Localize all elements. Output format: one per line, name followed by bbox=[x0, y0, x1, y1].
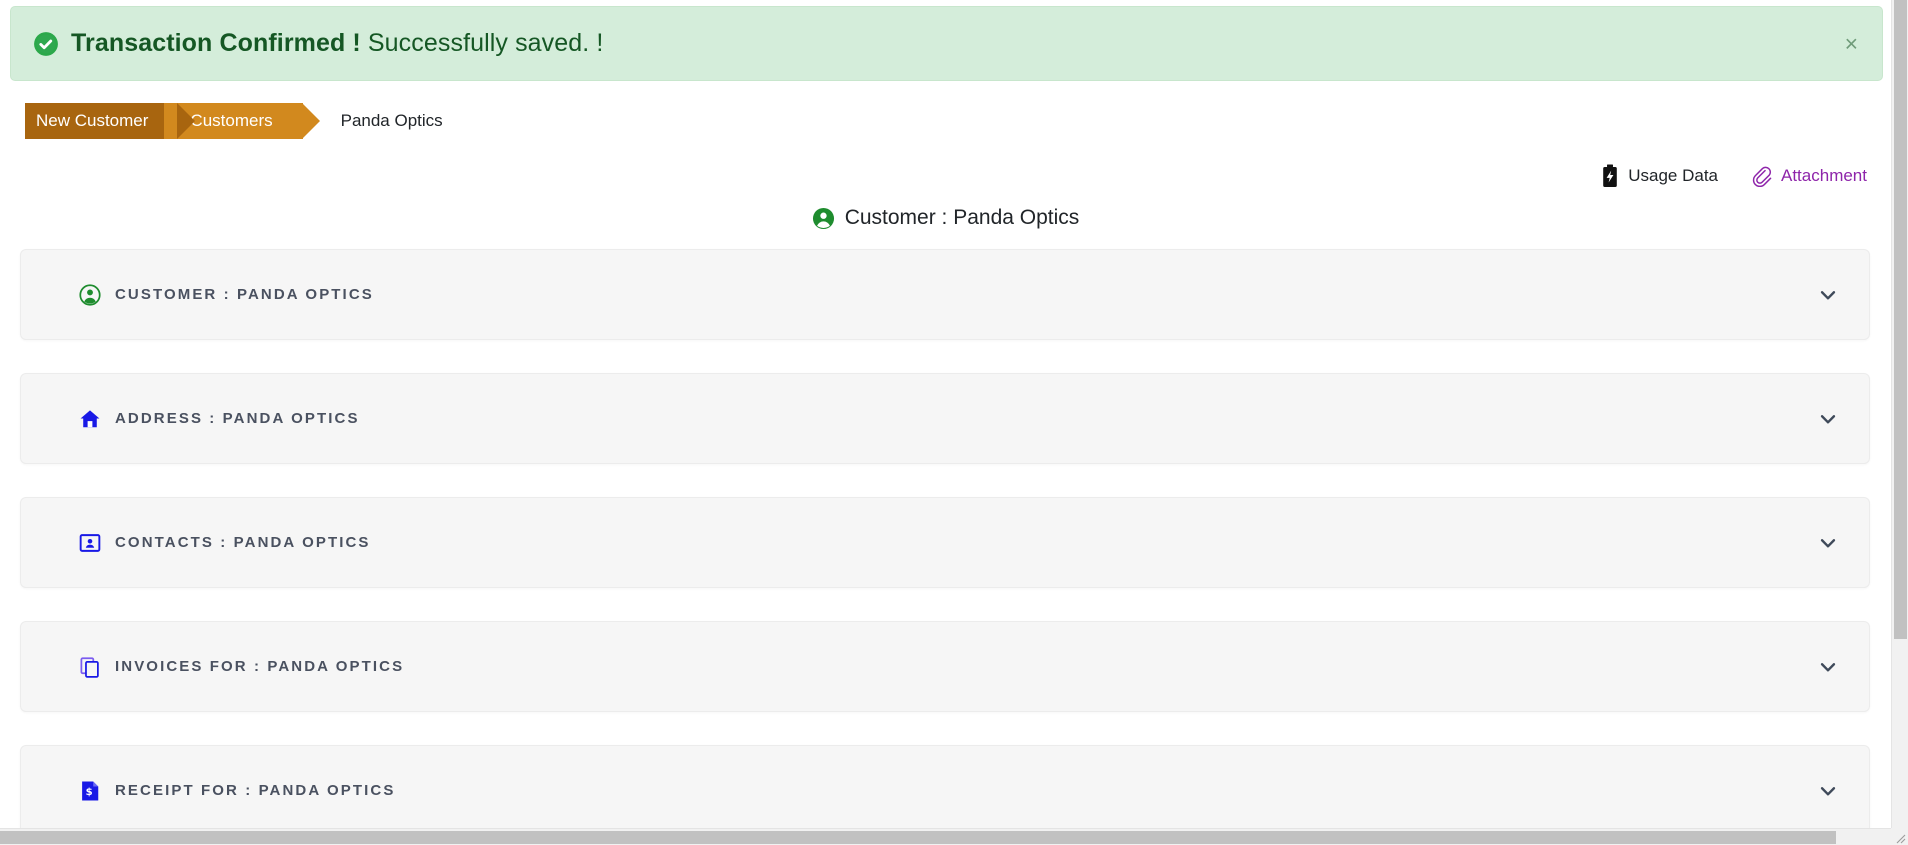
copy-pages-icon bbox=[80, 656, 99, 678]
accordion-panel-customer[interactable]: CUSTOMER : PANDA OPTICS bbox=[20, 249, 1870, 340]
battery-icon bbox=[1603, 164, 1618, 187]
account-circle-icon bbox=[812, 207, 834, 229]
breadcrumb-item-new-customer[interactable]: New Customer bbox=[25, 103, 196, 139]
check-circle-icon bbox=[34, 31, 58, 56]
usage-data-label: Usage Data bbox=[1628, 166, 1718, 185]
accordion-panel-title: RECEIPT FOR : PANDA OPTICS bbox=[115, 782, 396, 799]
accordion-list: CUSTOMER : PANDA OPTICS ADDRESS : PANDA … bbox=[0, 249, 1891, 828]
paperclip-icon bbox=[1752, 166, 1772, 187]
page-content: Transaction Confirmed ! Successfully sav… bbox=[0, 0, 1891, 828]
accordion-panel-title: CUSTOMER : PANDA OPTICS bbox=[115, 286, 374, 303]
alert-detail-text: Successfully saved. ! bbox=[367, 28, 604, 57]
receipt-dollar-icon: $ bbox=[82, 780, 99, 801]
horizontal-scrollbar-thumb[interactable] bbox=[0, 831, 1836, 844]
close-icon[interactable]: × bbox=[1839, 28, 1864, 59]
breadcrumb-current-page: Panda Optics bbox=[340, 111, 443, 130]
vertical-scrollbar-thumb[interactable] bbox=[1894, 0, 1907, 639]
resize-grip-icon bbox=[1896, 834, 1906, 844]
alert-strong-text: Transaction Confirmed ! bbox=[71, 28, 361, 57]
page-title-text: Customer : Panda Optics bbox=[844, 206, 1080, 229]
svg-text:$: $ bbox=[86, 787, 93, 798]
transaction-confirmed-alert: Transaction Confirmed ! Successfully sav… bbox=[10, 6, 1883, 81]
chevron-down-icon[interactable] bbox=[1817, 408, 1839, 430]
scrollbar-corner bbox=[1891, 828, 1908, 845]
account-circle-icon bbox=[79, 283, 101, 306]
chevron-down-icon[interactable] bbox=[1817, 656, 1839, 678]
contact-card-icon bbox=[79, 533, 101, 552]
accordion-panel-receipt[interactable]: $ RECEIPT FOR : PANDA OPTICS bbox=[20, 745, 1870, 828]
browser-viewport: Transaction Confirmed ! Successfully sav… bbox=[0, 0, 1908, 845]
accordion-panel-contacts[interactable]: CONTACTS : PANDA OPTICS bbox=[20, 497, 1870, 588]
accordion-panel-title: INVOICES FOR : PANDA OPTICS bbox=[115, 658, 405, 675]
chevron-down-icon[interactable] bbox=[1817, 532, 1839, 554]
breadcrumb-label: New Customer bbox=[36, 111, 149, 130]
attachment-button[interactable]: Attachment bbox=[1752, 166, 1867, 187]
page-title: Customer : Panda Optics bbox=[0, 203, 1891, 233]
accordion-panel-title: CONTACTS : PANDA OPTICS bbox=[115, 534, 371, 551]
horizontal-scrollbar[interactable] bbox=[0, 828, 1891, 845]
usage-data-button[interactable]: Usage Data bbox=[1600, 164, 1718, 188]
chevron-down-icon[interactable] bbox=[1817, 284, 1839, 306]
vertical-scrollbar[interactable] bbox=[1891, 0, 1908, 828]
alert-message: Transaction Confirmed ! Successfully sav… bbox=[71, 28, 604, 58]
attachment-label: Attachment bbox=[1781, 166, 1867, 185]
accordion-panel-address[interactable]: ADDRESS : PANDA OPTICS bbox=[20, 373, 1870, 464]
accordion-panel-invoices[interactable]: INVOICES FOR : PANDA OPTICS bbox=[20, 621, 1870, 712]
accordion-panel-title: ADDRESS : PANDA OPTICS bbox=[115, 410, 360, 427]
home-icon bbox=[80, 409, 100, 427]
breadcrumb: New Customer Customers Panda Optics bbox=[25, 103, 1891, 139]
chevron-down-icon[interactable] bbox=[1817, 780, 1839, 802]
top-action-bar: Usage Data Attachment bbox=[0, 161, 1891, 191]
breadcrumb-label: Customers bbox=[190, 111, 273, 130]
